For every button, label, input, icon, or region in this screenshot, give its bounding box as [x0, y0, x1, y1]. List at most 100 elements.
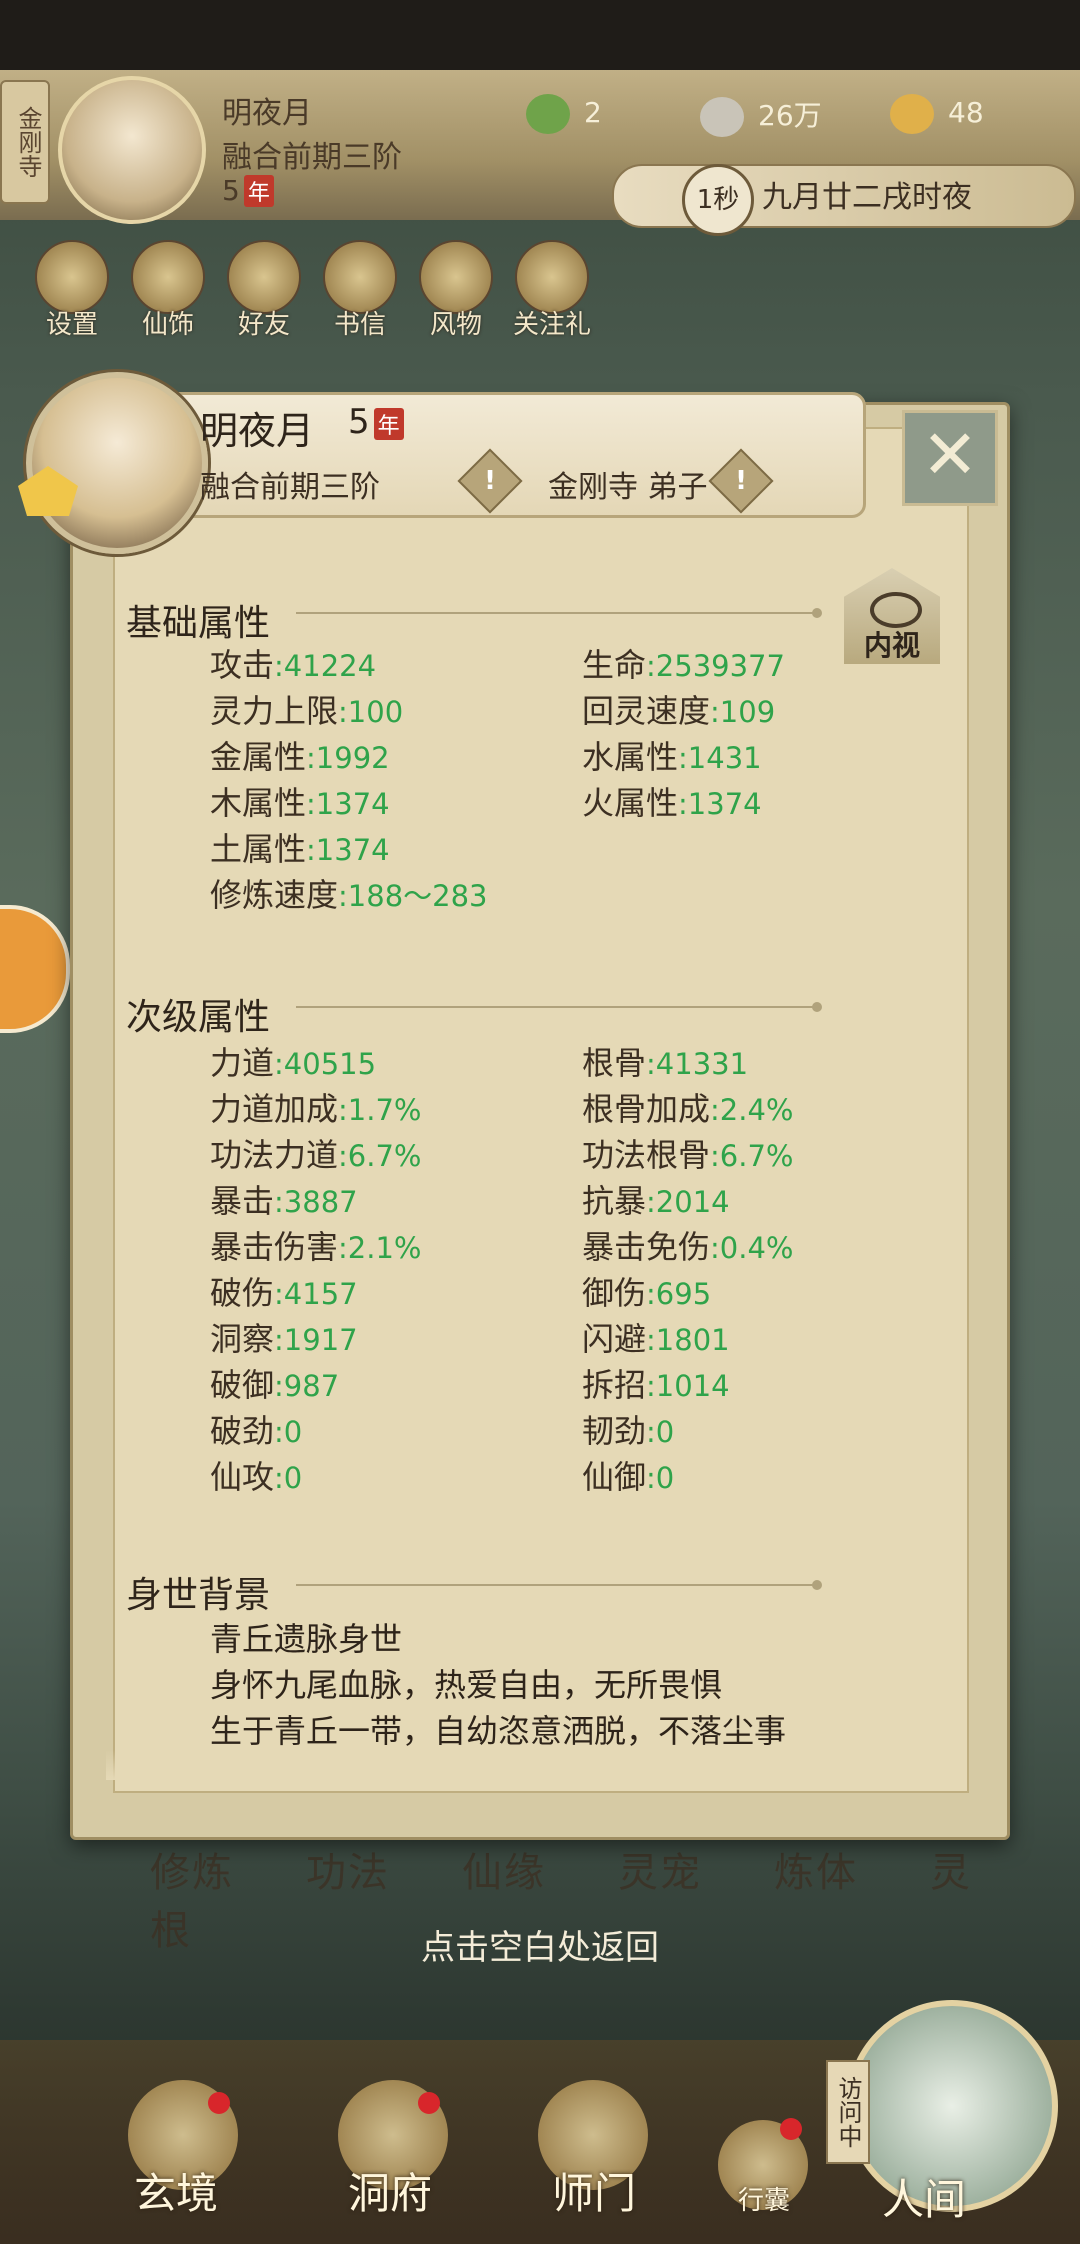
menu-follow-gift[interactable]: 关注礼: [510, 240, 594, 341]
attribute-label: 土属性: [210, 830, 307, 868]
settings-icon: [35, 240, 109, 314]
resource-power[interactable]: 48: [890, 94, 984, 134]
tab-techniques[interactable]: 功法: [306, 1850, 390, 1896]
attribute-row: 破劲:0: [210, 1412, 303, 1450]
attribute-label: 抗暴: [582, 1182, 647, 1220]
character-stage: 融合前期三阶: [200, 470, 380, 505]
nav-bag[interactable]: 行囊: [738, 2180, 790, 2217]
scenery-icon: [419, 240, 493, 314]
nav-cave[interactable]: 洞府: [348, 2160, 432, 2221]
attribute-value: 3887: [283, 1185, 358, 1219]
resource-coin[interactable]: 26万: [700, 94, 822, 137]
tab-body[interactable]: 炼体: [774, 1850, 858, 1896]
attribute-label: 修炼速度: [210, 876, 339, 914]
attribute-row: 拆招:1014: [582, 1366, 730, 1404]
attribute-label: 破御: [210, 1366, 275, 1404]
attribute-row: 修炼速度:188～283: [210, 876, 488, 914]
background-line: 青丘遗脉身世: [210, 1620, 403, 1658]
close-button[interactable]: ✕: [902, 410, 998, 506]
attribute-label: 木属性: [210, 784, 307, 822]
attribute-value: 2539377: [655, 649, 785, 683]
attribute-label: 根骨: [582, 1044, 647, 1082]
attribute-label: 拆招: [582, 1366, 647, 1404]
attribute-row: 根骨加成:2.4%: [582, 1090, 794, 1128]
attribute-label: 根骨加成: [582, 1090, 711, 1128]
return-hint[interactable]: 点击空白处返回: [0, 1920, 1080, 1969]
section-divider: [296, 608, 822, 618]
top-menu: 设置 仙饰 好友 书信 风物 关注礼: [30, 240, 630, 340]
notification-dot: [418, 2092, 440, 2114]
nav-sect[interactable]: 师门: [552, 2160, 636, 2221]
attribute-value: 40515: [283, 1047, 377, 1081]
menu-friends[interactable]: 好友: [222, 240, 306, 341]
nav-realm[interactable]: 玄境: [134, 2160, 218, 2221]
age-badge: 年: [373, 408, 404, 440]
resource-leaf[interactable]: 2: [526, 94, 602, 134]
attribute-row: 火属性:1374: [582, 784, 762, 822]
attribute-row: 力道:40515: [210, 1044, 377, 1082]
attribute-value: 6.7%: [719, 1139, 794, 1173]
attribute-label: 火属性: [582, 784, 679, 822]
attribute-value: 188～283: [347, 879, 488, 913]
player-avatar[interactable]: [58, 76, 206, 224]
attribute-value: 1374: [687, 787, 762, 821]
attributes-scroll-area[interactable]: 基础属性 攻击:41224 生命:2539377 灵力上限:100 回灵速度:109 金…: [106, 570, 946, 1780]
letter-icon: [323, 240, 397, 314]
attribute-value: 109: [719, 695, 776, 729]
attribute-value: 1917: [283, 1323, 358, 1357]
notification-dot: [208, 2092, 230, 2114]
section-title-background: 身世背景: [126, 1575, 271, 1616]
attribute-label: 水属性: [582, 738, 679, 776]
player-age: 5年: [222, 174, 274, 207]
character-sect: 金刚寺 弟子: [548, 470, 708, 505]
attribute-row: 金属性:1992: [210, 738, 390, 776]
attribute-label: 暴击免伤: [582, 1228, 711, 1266]
ornament-icon: [131, 240, 205, 314]
attribute-label: 仙御: [582, 1458, 647, 1496]
character-name: 明夜月: [200, 409, 315, 453]
attribute-value: 1801: [655, 1323, 730, 1357]
attribute-label: 灵力上限: [210, 692, 339, 730]
attribute-label: 攻击: [210, 646, 275, 684]
tab-fate[interactable]: 仙缘: [462, 1850, 546, 1896]
side-dice-button[interactable]: [0, 905, 70, 1033]
menu-letters[interactable]: 书信: [318, 240, 402, 341]
power-icon: [890, 94, 934, 134]
attribute-value: 6.7%: [347, 1139, 422, 1173]
section-title-secondary: 次级属性: [126, 997, 271, 1038]
attribute-label: 闪避: [582, 1320, 647, 1358]
attribute-row: 仙攻:0: [210, 1458, 303, 1496]
tab-pet[interactable]: 灵宠: [618, 1850, 702, 1896]
attribute-label: 力道加成: [210, 1090, 339, 1128]
attribute-value: 1.7%: [347, 1093, 422, 1127]
attribute-row: 暴击伤害:2.1%: [210, 1228, 422, 1266]
attribute-value: 1374: [315, 787, 390, 821]
attribute-value: 41224: [283, 649, 377, 683]
time-speed-button[interactable]: 1秒: [682, 164, 754, 236]
attribute-value: 100: [347, 695, 404, 729]
attribute-value: 695: [655, 1277, 712, 1311]
attribute-row: 生命:2539377: [582, 646, 785, 684]
tab-cultivate[interactable]: 修炼: [150, 1850, 234, 1896]
sect-tab[interactable]: 金刚寺: [0, 80, 50, 204]
menu-ornament[interactable]: 仙饰: [126, 240, 210, 341]
attribute-row: 根骨:41331: [582, 1044, 749, 1082]
section-divider: [296, 1580, 822, 1590]
attribute-value: 1431: [687, 741, 762, 775]
attribute-row: 御伤:695: [582, 1274, 712, 1312]
attribute-row: 韧劲:0: [582, 1412, 675, 1450]
character-avatar: [26, 372, 208, 554]
attribute-label: 暴击伤害: [210, 1228, 339, 1266]
menu-settings[interactable]: 设置: [30, 240, 114, 341]
attribute-value: 1014: [655, 1369, 730, 1403]
gift-icon: [515, 240, 589, 314]
attribute-label: 御伤: [582, 1274, 647, 1312]
nav-world[interactable]: 人间: [882, 2166, 966, 2227]
section-title-basic: 基础属性: [126, 603, 271, 644]
attribute-value: 4157: [283, 1277, 358, 1311]
attribute-label: 生命: [582, 646, 647, 684]
attribute-row: 洞察:1917: [210, 1320, 358, 1358]
leaf-icon: [526, 94, 570, 134]
age-badge: 年: [243, 175, 274, 207]
menu-scenery[interactable]: 风物: [414, 240, 498, 341]
